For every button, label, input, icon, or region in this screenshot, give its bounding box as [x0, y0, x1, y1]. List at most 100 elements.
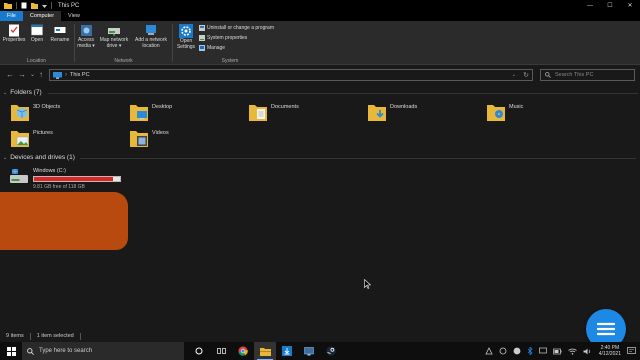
map-network-drive-button[interactable]: Map network drive ▾ [97, 24, 131, 49]
folder-videos[interactable]: Videos [130, 128, 169, 148]
devices-section-title: Devices and drives (1) [10, 154, 75, 161]
manage-label: Manage [207, 45, 226, 51]
file-explorer-window: This PC — ☐ ✕ File Computer View Propert… [0, 0, 640, 360]
hamburger-menu-icon [597, 322, 615, 336]
manage-button[interactable]: Manage [199, 45, 225, 51]
download-app-taskbar-button[interactable] [276, 342, 298, 360]
battery-icon[interactable] [552, 348, 562, 355]
tray-sync-icon[interactable] [499, 347, 507, 355]
drive-windows-c[interactable]: Windows (C:) 9.81 GB free of 118 GB [9, 168, 121, 190]
screen-app-taskbar-button[interactable] [298, 342, 320, 360]
tab-computer[interactable]: Computer [22, 11, 62, 21]
task-view-icon [216, 348, 226, 354]
folders-section-title: Folders (7) [10, 89, 42, 96]
notifications-icon[interactable] [627, 347, 636, 355]
taskbar-clock[interactable]: 2:40 PM 4/12/2021 [599, 345, 621, 357]
taskbar-search-input[interactable]: Type here to search [22, 342, 184, 360]
folder-music[interactable]: Music [487, 102, 523, 122]
pictures-folder-icon [11, 131, 29, 147]
search-input[interactable]: Search This PC [540, 69, 635, 81]
quick-access-customize-icon[interactable] [42, 2, 47, 9]
rename-label: Rename [50, 37, 70, 43]
system-properties-label: System properties [207, 35, 248, 41]
address-dropdown-icon[interactable]: ⌄ [512, 72, 516, 78]
folder-downloads[interactable]: Downloads [368, 102, 417, 122]
open-settings-button[interactable]: Open Settings [175, 24, 197, 50]
open-label: Open [30, 37, 44, 43]
rename-icon [54, 27, 66, 33]
volume-icon[interactable] [583, 348, 592, 355]
redaction-overlay [0, 192, 128, 250]
properties-icon [9, 24, 19, 37]
uninstall-program-button[interactable]: Uninstall or change a program [199, 25, 274, 31]
system-properties-icon [199, 35, 205, 41]
up-button[interactable]: ↑ [39, 70, 43, 79]
wifi-icon[interactable] [567, 348, 577, 355]
cortana-button[interactable] [188, 342, 210, 360]
add-network-location-label: Add a network location [135, 37, 167, 49]
quick-access-properties-icon[interactable] [21, 2, 27, 9]
add-network-location-button[interactable]: Add a network location [132, 24, 170, 49]
maximize-button[interactable]: ☐ [600, 0, 620, 11]
drive-usage-bar [33, 176, 121, 182]
folders-section-header[interactable]: ⌄ Folders (7) [3, 89, 638, 96]
task-view-button[interactable] [210, 342, 232, 360]
manage-icon [199, 45, 205, 51]
item-count: 9 items [6, 333, 24, 339]
folder-documents[interactable]: Documents [249, 102, 299, 122]
tab-file[interactable]: File [0, 11, 23, 21]
forward-button[interactable]: → [18, 70, 26, 79]
devices-section-header[interactable]: ⌄ Devices and drives (1) [3, 154, 636, 161]
steam-taskbar-button[interactable] [320, 342, 342, 360]
open-button[interactable]: Open [27, 24, 47, 44]
chrome-taskbar-button[interactable] [232, 342, 254, 360]
uninstall-program-label: Uninstall or change a program [207, 25, 274, 31]
bluetooth-icon[interactable] [527, 347, 533, 355]
map-network-drive-label: Map network drive ▾ [99, 37, 129, 49]
network-group-label: Network [114, 58, 133, 64]
network-group: Access media ▾ Map network drive ▾ Add a… [76, 21, 171, 65]
folder-pictures[interactable]: Pictures [11, 128, 53, 148]
tray-app-icon[interactable] [485, 347, 493, 355]
back-button[interactable]: ← [6, 70, 14, 79]
gear-icon [179, 24, 193, 38]
documents-folder-icon [249, 105, 267, 121]
quick-access-new-folder-icon[interactable] [31, 2, 38, 9]
address-input[interactable]: › This PC ⌄ ↻ [49, 69, 533, 81]
rename-button[interactable]: Rename [49, 24, 71, 44]
3d-objects-folder-icon [11, 105, 29, 121]
drive-free-space: 9.81 GB free of 118 GB [33, 184, 85, 190]
close-button[interactable]: ✕ [620, 0, 640, 11]
windows-logo-icon [6, 346, 16, 356]
breadcrumb-this-pc[interactable]: This PC [70, 72, 90, 78]
tray-display-icon[interactable] [538, 347, 547, 355]
ribbon-tabs: File Computer View [0, 11, 640, 21]
map-network-drive-icon [108, 28, 120, 36]
folder-name: 3D Objects [33, 104, 61, 110]
videos-folder-icon [130, 131, 148, 147]
minimize-button[interactable]: — [580, 0, 600, 11]
start-button[interactable] [0, 342, 22, 360]
file-explorer-taskbar-button[interactable] [254, 342, 276, 360]
system-properties-button[interactable]: System properties [199, 35, 247, 41]
access-media-label: Access media ▾ [77, 37, 95, 49]
properties-button[interactable]: Properties [3, 24, 25, 44]
refresh-button[interactable]: ↻ [523, 71, 529, 79]
selection-count: 1 item selected [36, 333, 74, 339]
folder-3d-objects[interactable]: 3D Objects [11, 102, 60, 122]
folder-name: Desktop [152, 104, 173, 110]
steam-icon [326, 346, 336, 356]
folder-desktop[interactable]: Desktop [130, 102, 172, 122]
title-bar: This PC — ☐ ✕ [0, 0, 640, 11]
add-network-location-icon [146, 25, 156, 35]
access-media-button[interactable]: Access media ▾ [76, 24, 96, 49]
file-explorer-icon [259, 347, 271, 356]
tray-steam-icon[interactable] [513, 347, 521, 355]
access-media-icon [80, 25, 92, 36]
search-icon [545, 72, 551, 78]
breadcrumb-separator[interactable]: › [65, 72, 67, 78]
cortana-icon [195, 347, 203, 355]
tab-view[interactable]: View [61, 11, 87, 21]
search-placeholder: Search This PC [555, 72, 594, 78]
recent-locations-button[interactable]: ⌄ [30, 71, 35, 78]
